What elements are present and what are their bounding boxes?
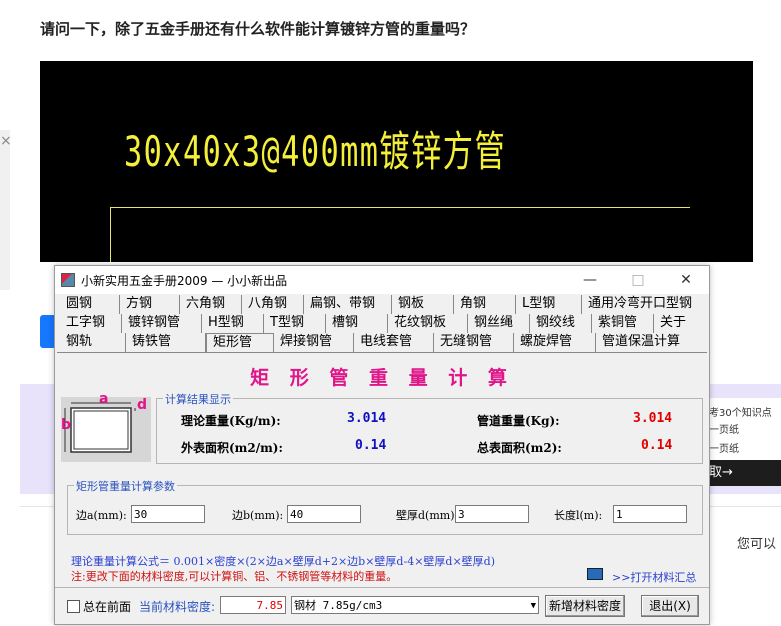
minimize-button[interactable]: — <box>567 266 613 294</box>
tab-checker-plate[interactable]: 花纹钢板 <box>388 314 468 333</box>
theoretical-weight-label: 理论重量(Kg/m): <box>181 414 281 428</box>
cad-annotation-text: 30x40x3@400mm镀锌方管 <box>124 127 507 176</box>
tab-conduit[interactable]: 电线套管 <box>354 333 434 352</box>
question-title: 请问一下，除了五金手册还有什么软件能计算镀锌方管的重量吗？ <box>40 20 476 38</box>
tab-round-steel[interactable]: 圆钢 <box>60 295 120 314</box>
tab-insulation[interactable]: 管道保温计算 <box>596 333 706 352</box>
side-hint-text: 您可以 <box>737 537 777 552</box>
side-b-label: 边b(mm): <box>232 509 284 522</box>
tab-wire-rope[interactable]: 钢丝绳 <box>468 314 530 333</box>
rect-pipe-panel: 矩 形 管 重 量 计 算 a b d 计算结果显示 理论重量(Kg/m): 3… <box>57 352 707 587</box>
theoretical-weight-value: 3.014 <box>347 411 387 426</box>
tab-oct-steel[interactable]: 八角钢 <box>242 295 304 314</box>
material-select-value: 钢材 7.85g/cm3 <box>294 599 383 612</box>
tab-seamless-pipe[interactable]: 无缝钢管 <box>434 333 514 352</box>
tab-h-beam[interactable]: H型钢 <box>202 314 264 333</box>
cad-line <box>110 207 690 208</box>
tab-galvanized-pipe[interactable]: 镀锌钢管 <box>122 314 202 333</box>
tab-copper-pipe[interactable]: 紫铜管 <box>592 314 654 333</box>
wall-thickness-label: 壁厚d(mm): <box>396 509 459 522</box>
tab-i-beam[interactable]: 工字钢 <box>60 314 122 333</box>
cad-line <box>110 207 111 262</box>
close-icon[interactable]: × <box>0 133 12 149</box>
side-b-input[interactable]: 40 <box>287 505 361 523</box>
density-note: 注:更改下面的材料密度,可以计算铜、铝、不锈钢管等材料的重量。 <box>71 570 398 583</box>
total-area-label: 总表面积(m2): <box>477 441 562 455</box>
tab-spiral-pipe[interactable]: 螺旋焊管 <box>514 333 596 352</box>
tab-square-steel[interactable]: 方钢 <box>120 295 180 314</box>
tab-channel[interactable]: 槽钢 <box>326 314 388 333</box>
left-side-panel <box>0 130 10 290</box>
length-input[interactable]: 1 <box>613 505 687 523</box>
tab-rect-pipe[interactable]: 矩形管 <box>206 333 274 352</box>
outer-area-label: 外表面积(m2/m): <box>181 441 283 455</box>
tab-hex-steel[interactable]: 六角钢 <box>180 295 242 314</box>
length-label: 长度l(m): <box>554 509 603 522</box>
chevron-down-icon: ▼ <box>530 601 536 611</box>
always-on-top-checkbox[interactable] <box>67 600 80 613</box>
total-area-value: 0.14 <box>641 438 673 453</box>
close-button[interactable]: ✕ <box>663 266 709 294</box>
tab-row-2: 工字钢 镀锌钢管 H型钢 T型钢 槽钢 花纹钢板 钢丝绳 钢绞线 紫铜管 关于 <box>60 314 706 333</box>
params-group-title: 矩形管重量计算参数 <box>74 478 177 494</box>
rect-pipe-diagram: a b d <box>61 391 151 462</box>
formula-text: 理论重量计算公式＝ 0.001×密度×(2×边a×壁厚d+2×边b×壁厚d-4×… <box>71 555 495 568</box>
maximize-button[interactable]: □ <box>615 266 661 294</box>
pipe-weight-label: 管道重量(Kg): <box>477 414 560 428</box>
add-density-button[interactable]: 新增材料密度 <box>545 595 625 617</box>
params-group: 矩形管重量计算参数 边a(mm): 30 边b(mm): 40 壁厚d(mm):… <box>67 478 703 535</box>
tab-row-3: 钢轨 铸铁管 矩形管 焊接钢管 电线套管 无缝钢管 螺旋焊管 管道保温计算 <box>60 333 706 352</box>
tab-l-steel[interactable]: L型钢 <box>516 295 582 314</box>
side-a-label: 边a(mm): <box>76 509 127 522</box>
tab-angle-steel[interactable]: 角钢 <box>454 295 516 314</box>
window-title: 小新实用五金手册2009 — 小小新出品 <box>81 274 288 288</box>
tab-rail[interactable]: 钢轨 <box>60 333 126 352</box>
tab-welded-pipe[interactable]: 焊接钢管 <box>274 333 354 352</box>
tab-row-1: 圆钢 方钢 六角钢 八角钢 扁钢、带钢 钢板 角钢 L型钢 通用冷弯开口型钢 <box>60 295 706 314</box>
panel-heading: 矩 形 管 重 量 计 算 <box>250 367 514 389</box>
tab-flat-steel[interactable]: 扁钢、带钢 <box>304 295 392 314</box>
pipe-weight-value: 3.014 <box>633 411 673 426</box>
diagram-label-d: d <box>137 397 148 413</box>
tab-cold-formed[interactable]: 通用冷弯开口型钢 <box>582 295 706 314</box>
tab-about[interactable]: 关于 <box>654 314 706 333</box>
book-icon[interactable] <box>587 568 603 580</box>
density-label: 当前材料密度: <box>139 600 216 614</box>
tab-strand[interactable]: 钢绞线 <box>530 314 592 333</box>
promo-text: 考30个知识点 <box>709 408 772 419</box>
app-icon <box>61 273 75 287</box>
promo-text: 一页纸 <box>709 444 739 455</box>
outer-area-value: 0.14 <box>355 438 387 453</box>
wall-thickness-input[interactable]: 3 <box>455 505 529 523</box>
tab-t-beam[interactable]: T型钢 <box>264 314 326 333</box>
always-on-top-label: 总在前面 <box>83 600 132 614</box>
promo-button[interactable]: 取→ <box>703 460 781 486</box>
diagram-label-a: a <box>99 391 109 407</box>
tab-cast-iron-pipe[interactable]: 铸铁管 <box>126 333 206 352</box>
tab-strip: 圆钢 方钢 六角钢 八角钢 扁钢、带钢 钢板 角钢 L型钢 通用冷弯开口型钢 工… <box>60 295 706 352</box>
density-input[interactable]: 7.85 <box>220 596 286 614</box>
diagram-label-b: b <box>61 417 72 433</box>
bottom-bar: 总在前面 当前材料密度: 7.85 钢材 7.85g/cm3 ▼ 新增材料密度 … <box>55 587 709 626</box>
open-materials-link[interactable]: >>打开材料汇总 <box>612 569 696 585</box>
results-group-title: 计算结果显示 <box>163 391 233 407</box>
tab-steel-plate[interactable]: 钢板 <box>392 295 454 314</box>
promo-text: 一页纸 <box>709 425 739 436</box>
title-bar[interactable]: 小新实用五金手册2009 — 小小新出品 — □ ✕ <box>55 266 709 294</box>
app-window: 小新实用五金手册2009 — 小小新出品 — □ ✕ 圆钢 方钢 六角钢 八角钢… <box>54 265 710 625</box>
exit-button[interactable]: 退出(X) <box>641 595 699 617</box>
results-group: 计算结果显示 理论重量(Kg/m): 3.014 管道重量(Kg): 3.014… <box>156 391 703 464</box>
material-select[interactable]: 钢材 7.85g/cm3 ▼ <box>291 596 539 614</box>
side-a-input[interactable]: 30 <box>131 505 205 523</box>
